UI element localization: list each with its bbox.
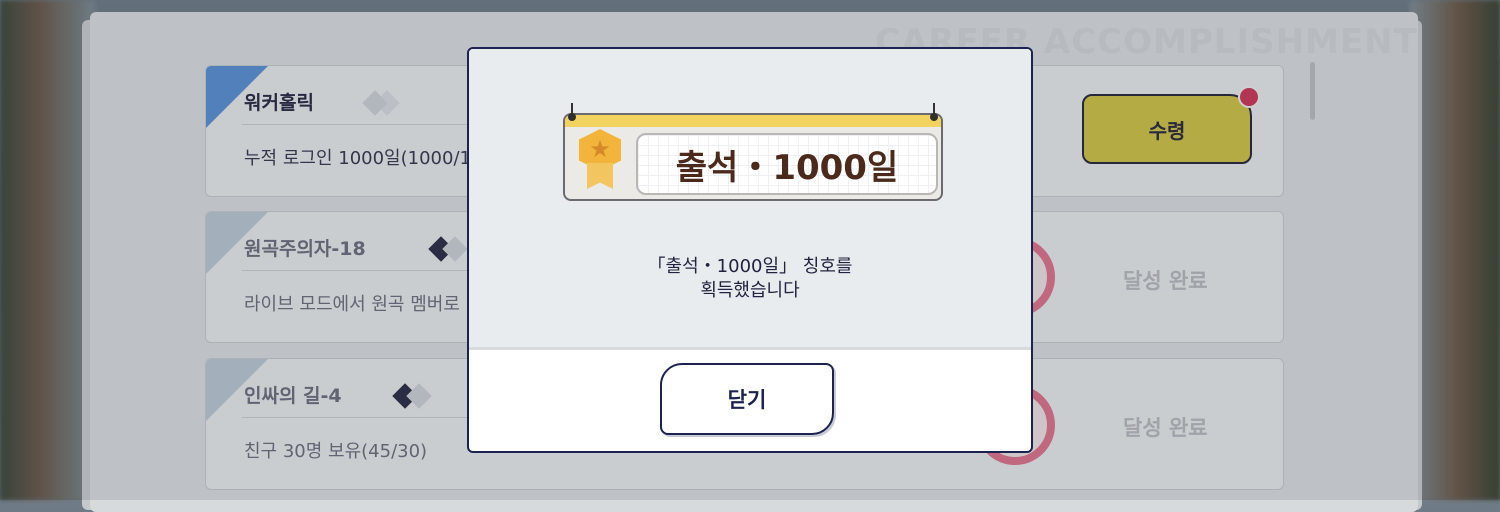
pin-icon <box>930 103 938 121</box>
title-acquired-dialog: ★ 출석・1000일 「출석・1000일」 칭호를 획득했습니다 닫기 <box>467 47 1033 453</box>
title-plate-label: 출석・1000일 <box>636 133 938 195</box>
close-button[interactable]: 닫기 <box>660 363 834 435</box>
dialog-separator <box>469 347 1031 350</box>
pin-icon <box>568 103 576 121</box>
title-plate: ★ 출석・1000일 <box>563 103 943 201</box>
medal-icon: ★ <box>577 129 623 193</box>
dialog-message: 「출석・1000일」 칭호를 획득했습니다 <box>469 255 1031 303</box>
dialog-message-line2: 획득했습니다 <box>700 280 800 301</box>
dialog-message-line1: 「출석・1000일」 칭호를 <box>647 256 853 277</box>
plate-band <box>565 115 941 127</box>
